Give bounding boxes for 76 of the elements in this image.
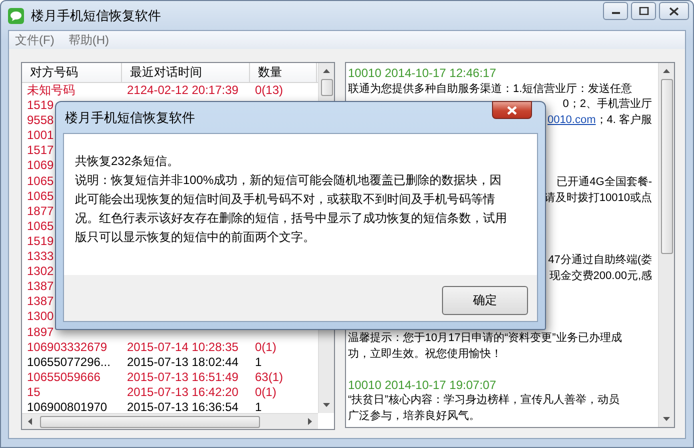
message-count: 0(1) xyxy=(255,384,276,399)
phone-number: 1519 xyxy=(27,98,54,112)
close-button[interactable] xyxy=(659,2,689,20)
message-text: 现金交费200.00元,感 xyxy=(549,270,652,282)
conversation-time: 2015-07-13 16:36:54 xyxy=(127,400,238,413)
message-count: 0(1) xyxy=(255,340,276,354)
scroll-right-icon[interactable] xyxy=(308,418,312,425)
column-header[interactable]: 对方号码 xyxy=(22,63,122,82)
message-text: 温馨提示：您于10月17日申请的“资料变更”业务已办理成 xyxy=(348,332,622,344)
scrollbar-thumb[interactable] xyxy=(320,79,332,96)
phone-number: 未知号码 xyxy=(27,83,75,97)
dialog-title: 楼月手机短信恢复软件 xyxy=(65,108,195,126)
window-title: 楼月手机短信恢复软件 xyxy=(31,6,161,24)
phone-number: 1065 xyxy=(27,188,54,203)
phone-number: 1302 xyxy=(27,264,54,278)
phone-number: 1001 xyxy=(27,128,54,142)
phone-number: 106900801970 xyxy=(27,400,108,413)
phone-number: 15 xyxy=(27,384,40,399)
message-text: 已开通4G全国套餐- xyxy=(556,176,652,188)
phone-number: 10655059666 xyxy=(27,370,100,384)
close-icon xyxy=(507,106,517,114)
message-count: 0(13) xyxy=(255,83,284,97)
menu-item[interactable]: 文件(F) xyxy=(15,32,54,48)
phone-number: 1300 xyxy=(27,309,54,324)
maximize-button[interactable] xyxy=(631,2,656,20)
scroll-down-icon[interactable] xyxy=(663,417,670,421)
scroll-up-icon[interactable] xyxy=(663,69,670,73)
scrollbar-thumb[interactable] xyxy=(660,79,672,254)
phone-number: 1897 xyxy=(27,324,54,338)
scroll-left-icon[interactable] xyxy=(28,418,32,425)
phone-number: 1517 xyxy=(27,143,54,158)
message-text: 47分通过自助终端(娄 xyxy=(548,254,652,266)
ok-button[interactable]: 确定 xyxy=(442,286,528,315)
conversation-time: 2015-07-13 16:51:49 xyxy=(127,370,238,384)
scroll-down-icon[interactable] xyxy=(323,403,330,407)
message-text: 功，立即生效。祝您使用愉快！ xyxy=(348,348,502,360)
phone-number: 1387 xyxy=(27,294,54,308)
message-count: 1 xyxy=(255,354,262,369)
phone-number: 1069 xyxy=(27,158,54,172)
conversation-time: 2015-07-14 10:28:35 xyxy=(127,340,238,354)
phone-number: 10655077296... xyxy=(27,354,110,369)
link[interactable]: 0010.com xyxy=(547,114,596,126)
message-header: 10010 2014-10-17 19:07:07 xyxy=(348,378,496,392)
phone-number: 106903332679 xyxy=(27,340,108,354)
scroll-up-icon[interactable] xyxy=(323,69,330,73)
phone-number: 1387 xyxy=(27,279,54,294)
close-button[interactable] xyxy=(492,101,532,119)
minimize-button[interactable] xyxy=(603,2,628,20)
column-header[interactable]: 最近对话时间 xyxy=(122,63,250,82)
note-text: 说明：恢复短信并非100%成功，新的短信可能会随机地覆盖已删除的数据块，因此可能会出现恢复的短信时间及手机号码不对，或获取不到时间及手机号码等情况。红色行表示该好友存在删除的短信，括号中显示了成功恢复的短信条数，试用版只可以显示恢复的短信中的前面两个文字。 xyxy=(75,172,508,246)
phone-number: 1333 xyxy=(27,249,54,264)
message-text: 广泛参与，培养良好风气。 xyxy=(348,410,480,422)
phone-number: 1519 xyxy=(27,234,54,248)
message-count: 63(1) xyxy=(255,370,284,384)
conversation-time: 2015-07-13 18:02:44 xyxy=(127,354,238,369)
scrollbar-thumb[interactable] xyxy=(40,416,260,428)
phone-number: 9558 xyxy=(27,113,54,128)
message-text: 0；2、手机营业厅 xyxy=(562,98,652,110)
message-header: 10010 2014-10-17 12:46:17 xyxy=(348,66,496,80)
conversation-time: 2015-07-13 16:42:20 xyxy=(127,384,238,399)
phone-number: 1877 xyxy=(27,204,54,218)
message-count: 1 xyxy=(255,400,262,413)
maximize-icon xyxy=(638,7,648,15)
vertical-scrollbar[interactable] xyxy=(658,63,674,427)
conversation-time: 2124-02-12 20:17:39 xyxy=(127,83,238,97)
menu-item[interactable]: 帮助(H) xyxy=(68,32,109,48)
message-text: “扶贫日”核心内容：学习身边榜样，宣传凡人善举，动员 xyxy=(348,394,620,406)
message-text: 联通为您提供多种自助服务渠道：1.短信营业厅：发送任意 xyxy=(348,82,632,95)
close-icon xyxy=(669,6,679,16)
horizontal-scrollbar[interactable] xyxy=(22,413,318,429)
chat-bubble-icon xyxy=(8,8,24,24)
column-header[interactable]: 数量 xyxy=(250,63,317,82)
phone-number: 1065 xyxy=(27,174,54,188)
message-text: 0010.com；4. 客户服 xyxy=(547,114,652,126)
summary-text: 共恢复232条短信。 xyxy=(75,153,180,170)
phone-number: 1065 xyxy=(27,218,54,233)
